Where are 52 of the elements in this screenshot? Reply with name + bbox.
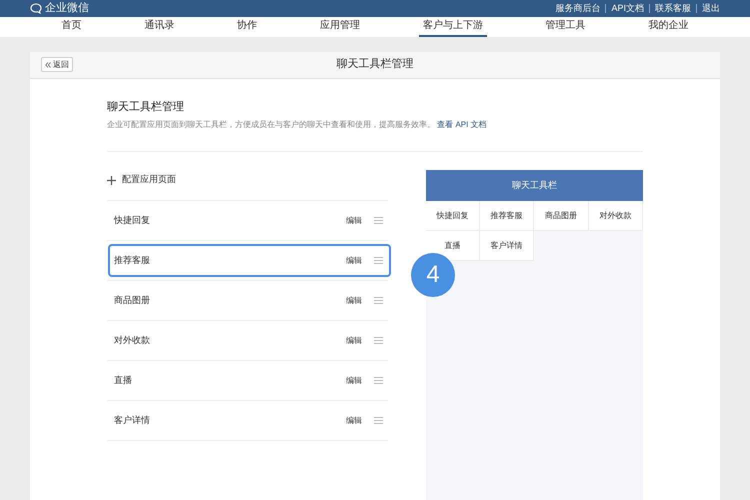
preview-header: 聊天工具栏 — [426, 170, 643, 201]
toolbar-item[interactable]: 客户详情 编辑 — [108, 404, 391, 437]
top-link[interactable]: API文档 — [611, 2, 644, 15]
drag-handle-icon[interactable] — [374, 417, 383, 424]
toolbar-item[interactable]: 商品图册 编辑 — [108, 284, 391, 317]
nav-tab[interactable]: 通讯录 — [140, 16, 178, 36]
top-link[interactable]: 联系客服 — [655, 2, 691, 15]
toolbar-item[interactable]: 快捷回复 编辑 — [108, 204, 391, 237]
drag-handle-icon[interactable] — [374, 337, 383, 344]
item-name: 对外收款 — [114, 334, 151, 347]
add-page-button[interactable]: 配置应用页面 — [107, 170, 388, 190]
edit-link[interactable]: 编辑 — [346, 414, 362, 426]
step-badge: 4 — [411, 253, 455, 297]
toolbar-cell: 商品图册 — [534, 201, 589, 231]
edit-link[interactable]: 编辑 — [346, 374, 362, 386]
toolbar-cell: 客户详情 — [480, 231, 534, 261]
section-title: 聊天工具栏管理 — [107, 100, 185, 114]
edit-link[interactable]: 编辑 — [346, 254, 362, 266]
top-link[interactable]: 退出 — [702, 2, 720, 15]
drag-handle-icon[interactable] — [374, 377, 383, 384]
edit-link[interactable]: 编辑 — [346, 214, 362, 226]
nav-tab[interactable]: 首页 — [57, 16, 86, 36]
plus-icon — [107, 176, 116, 184]
toolbar-item[interactable]: 对外收款 编辑 — [108, 324, 391, 357]
drag-handle-icon[interactable] — [374, 297, 383, 304]
nav-tab[interactable]: 管理工具 — [542, 16, 590, 36]
api-doc-link[interactable]: 查看 API 文档 — [437, 120, 487, 129]
chat-bubble-icon — [30, 2, 42, 14]
page-title: 聊天工具栏管理 — [336, 57, 414, 72]
nav-tab[interactable]: 协作 — [233, 16, 262, 36]
item-name: 商品图册 — [114, 294, 151, 307]
section-description: 企业可配置应用页面到聊天工具栏，方便成员在与客户的聊天中查看和使用，提高服务效率。 查看 API 文档 — [107, 119, 488, 131]
item-name: 客户详情 — [114, 414, 151, 427]
nav-tab[interactable]: 我的企业 — [644, 16, 692, 36]
nav-tab[interactable]: 应用管理 — [316, 16, 364, 36]
top-link[interactable]: 服务商后台 — [555, 2, 600, 15]
edit-link[interactable]: 编辑 — [346, 294, 362, 306]
item-name: 直播 — [114, 374, 133, 387]
edit-link[interactable]: 编辑 — [346, 334, 362, 346]
item-name: 快捷回复 — [114, 214, 151, 227]
drag-handle-icon[interactable] — [374, 217, 383, 224]
item-name: 推荐客服 — [114, 254, 151, 267]
back-button[interactable]: 返回 — [41, 57, 73, 72]
nav-tab[interactable]: 客户与上下游 — [418, 16, 487, 36]
double-chevron-icon — [45, 62, 51, 68]
logo-text: 企业微信 — [45, 1, 89, 16]
toolbar-cell: 推荐客服 — [480, 201, 534, 231]
toolbar-item[interactable]: 直播 编辑 — [108, 364, 391, 397]
toolbar-cell: 对外收款 — [588, 201, 643, 231]
drag-handle-icon[interactable] — [374, 257, 383, 264]
toolbar-item[interactable]: 推荐客服 编辑 — [108, 244, 391, 277]
toolbar-cell: 快捷回复 — [426, 201, 480, 231]
